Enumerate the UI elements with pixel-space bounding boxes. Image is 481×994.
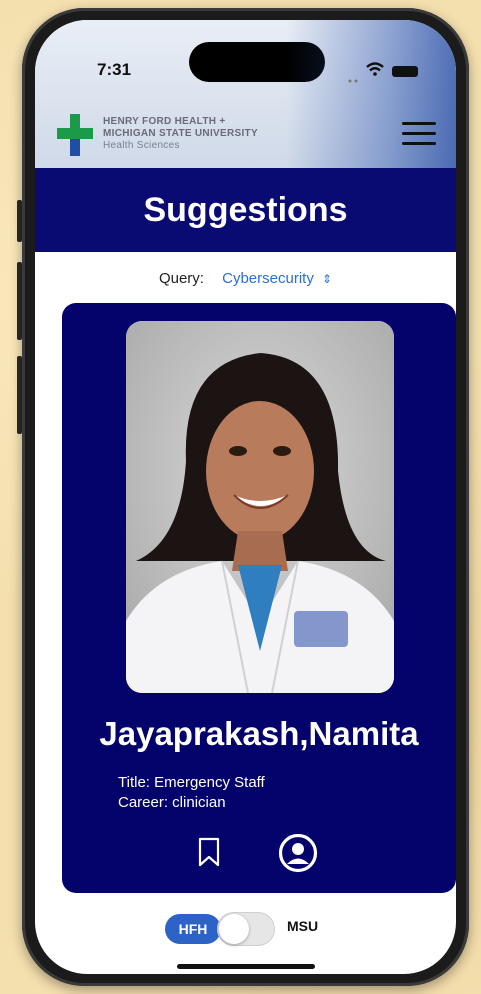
home-indicator[interactable] [177,964,315,969]
status-time: 7:31 [97,60,132,79]
menu-icon[interactable] [402,122,436,148]
hfh-msu-logo: HENRY FORD HEALTH + MICHIGAN STATE UNIVE… [57,114,317,160]
logo-cross-icon [57,114,93,156]
dynamic-island [189,42,325,82]
query-label: Query: [158,270,204,287]
card-actions [62,833,456,873]
status-icons [348,62,418,82]
phone-screen: 7:31 HENRY FORD HEALTH + MICHIGAN STATE … [35,20,456,974]
person-title: Title: Emergency Staff [118,774,265,791]
query-row: Query: Cybersecurity ⇕ [35,270,456,287]
logo-line-2: MICHIGAN STATE UNIVERSITY [103,128,258,139]
logo-line-1: HENRY FORD HEALTH + [103,116,226,127]
bookmark-icon[interactable] [198,837,220,867]
query-value[interactable]: Cybersecurity [222,270,314,287]
page-title: Suggestions [35,168,456,252]
person-info: Title: Emergency Staff Career: clinician [118,773,265,813]
institution-switch[interactable] [217,912,275,946]
query-select[interactable]: Cybersecurity ⇕ [222,270,332,287]
switch-knob[interactable] [219,914,249,944]
logo-line-3: Health Sciences [103,140,180,151]
app-header: 7:31 HENRY FORD HEALTH + MICHIGAN STATE … [35,20,456,168]
wifi-icon [366,62,384,81]
hfh-label[interactable]: HFH [165,914,221,944]
msu-label[interactable]: MSU [287,918,318,934]
institution-toggle: HFH MSU [35,908,456,948]
battery-icon [392,66,418,77]
signal-dots [348,70,358,82]
profile-photo [126,321,394,693]
chevron-updown-icon[interactable]: ⇕ [322,272,332,286]
logo-text: HENRY FORD HEALTH + MICHIGAN STATE UNIVE… [103,116,258,152]
phone-frame: 7:31 HENRY FORD HEALTH + MICHIGAN STATE … [22,8,469,986]
person-career: Career: clinician [118,794,226,811]
person-name: Jayaprakash,Namita [99,715,419,752]
profile-icon[interactable] [278,833,318,873]
suggestion-card[interactable]: Jayaprakash,Namita Title: Emergency Staf… [62,303,456,893]
